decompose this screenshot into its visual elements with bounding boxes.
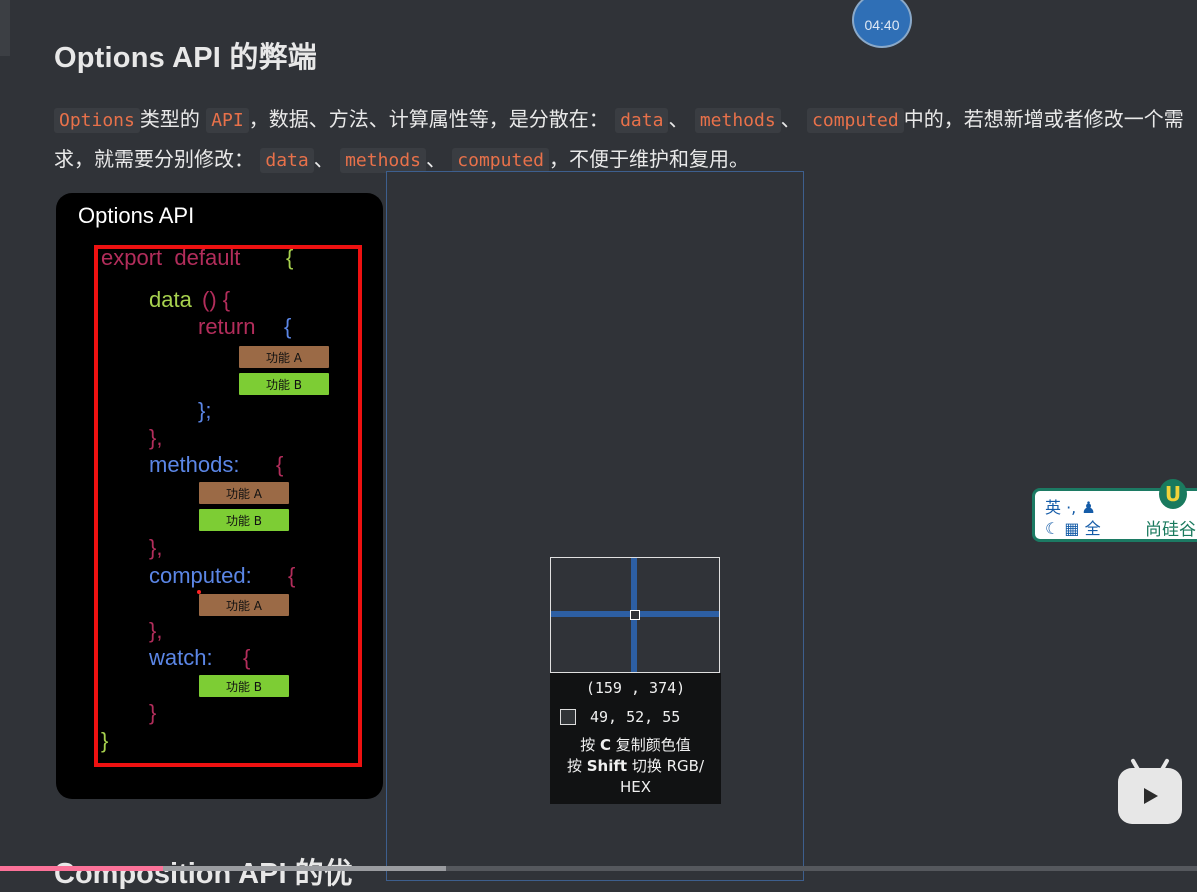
timer-badge: 04:40 [852,0,912,48]
scroll-indicator [0,0,10,56]
code-return-brace: { [284,314,292,339]
text-segment: 、 [668,107,689,131]
text-segment: 、 [313,147,334,171]
diagram-title: Options API [78,203,195,228]
color-picker-magnifier [550,557,720,673]
feature-a-chip: 功能 A [199,482,289,504]
code-data-fn: data [149,287,192,312]
code-computed-brace: { [288,563,296,588]
color-swatch [560,709,576,725]
picker-hints: 按 C 复制颜色值 按 Shift 切换 RGB/ HEX [550,735,721,798]
code-close-return: }; [198,398,212,423]
crosshair-center [630,610,640,620]
ime-options-row[interactable]: ☾ ▦ 全 [1045,515,1101,539]
rgb-readout: 49, 52, 55 [560,708,680,726]
code-brace: { [286,245,294,270]
code-computed: computed [807,108,904,133]
feature-a-chip: 功能 A [239,346,329,368]
code-methods-key: methods: [149,452,240,477]
ime-toolbar[interactable]: 英 ·, ♟ ☾ ▦ 全 U 尚硅谷 [1032,479,1197,542]
hint-text: 按 [580,736,596,754]
next-section-heading: Composition API 的优 [54,858,353,890]
code-close: }, [149,535,163,560]
code-methods: methods [340,148,426,173]
code-return: return [198,314,256,339]
code-options: Options [54,108,140,133]
text-segment: 、 [780,107,801,131]
hint-text: 按 [566,757,582,775]
code-methods-brace: { [276,452,284,477]
page-heading: Options API 的弊端 [54,42,317,74]
code-close-all: } [101,728,109,753]
hint-text: 复制颜色值 [615,736,691,754]
video-progress-played [0,866,163,871]
feature-a-chip: 功能 A [199,594,289,616]
code-close: }, [149,425,163,450]
color-picker-info: (159 , 374) 49, 52, 55 按 C 复制颜色值 按 Shift… [550,673,721,804]
code-watch-key: watch: [149,645,213,670]
timer-text: 04:40 [864,17,900,33]
bilibili-tv-icon[interactable] [1118,768,1182,824]
ime-brand: 尚硅谷 [1145,520,1196,540]
code-data: data [260,148,314,173]
code-methods: methods [694,108,781,133]
code-watch-brace: { [243,645,251,670]
feature-b-chip: 功能 B [199,675,289,697]
text-segment: ，不便于维护和复用。 [549,147,749,171]
code-data-paren: () { [202,287,231,312]
rgb-value: 49, 52, 55 [590,708,681,726]
hint-copy: 按 C 复制颜色值 [550,735,721,756]
code-export: export default [101,245,241,270]
text-segment: 类型的 [139,107,200,131]
code-api: API [206,108,249,133]
hint-key: Shift [586,757,628,775]
code-computed-key: computed: [149,563,252,588]
text-segment: 、 [425,147,446,171]
code-data: data [615,108,669,133]
code-close: }, [149,618,163,643]
options-api-diagram: Options API export default { data () { r… [56,193,383,799]
description-paragraph: Options 类型的 API ，数据、方法、计算属性等，是分散在： data、 m… [54,100,1184,180]
ime-logo-icon: U [1159,479,1187,509]
code-close-watch: } [149,700,157,725]
code-computed: computed [452,148,549,173]
hint-switch: 按 Shift 切换 RGB/ [550,756,721,777]
video-progress-buffer [163,866,446,871]
cursor-coordinates: (159 , 374) [585,679,686,697]
hint-key: C [599,736,611,754]
feature-b-chip: 功能 B [199,509,289,531]
hint-switch-cont: HEX [619,778,652,796]
hint-text: 切换 RGB/ [631,757,705,775]
play-icon [1132,782,1168,810]
text-segment: ，数据、方法、计算属性等，是分散在： [248,107,609,131]
feature-b-chip: 功能 B [239,373,329,395]
